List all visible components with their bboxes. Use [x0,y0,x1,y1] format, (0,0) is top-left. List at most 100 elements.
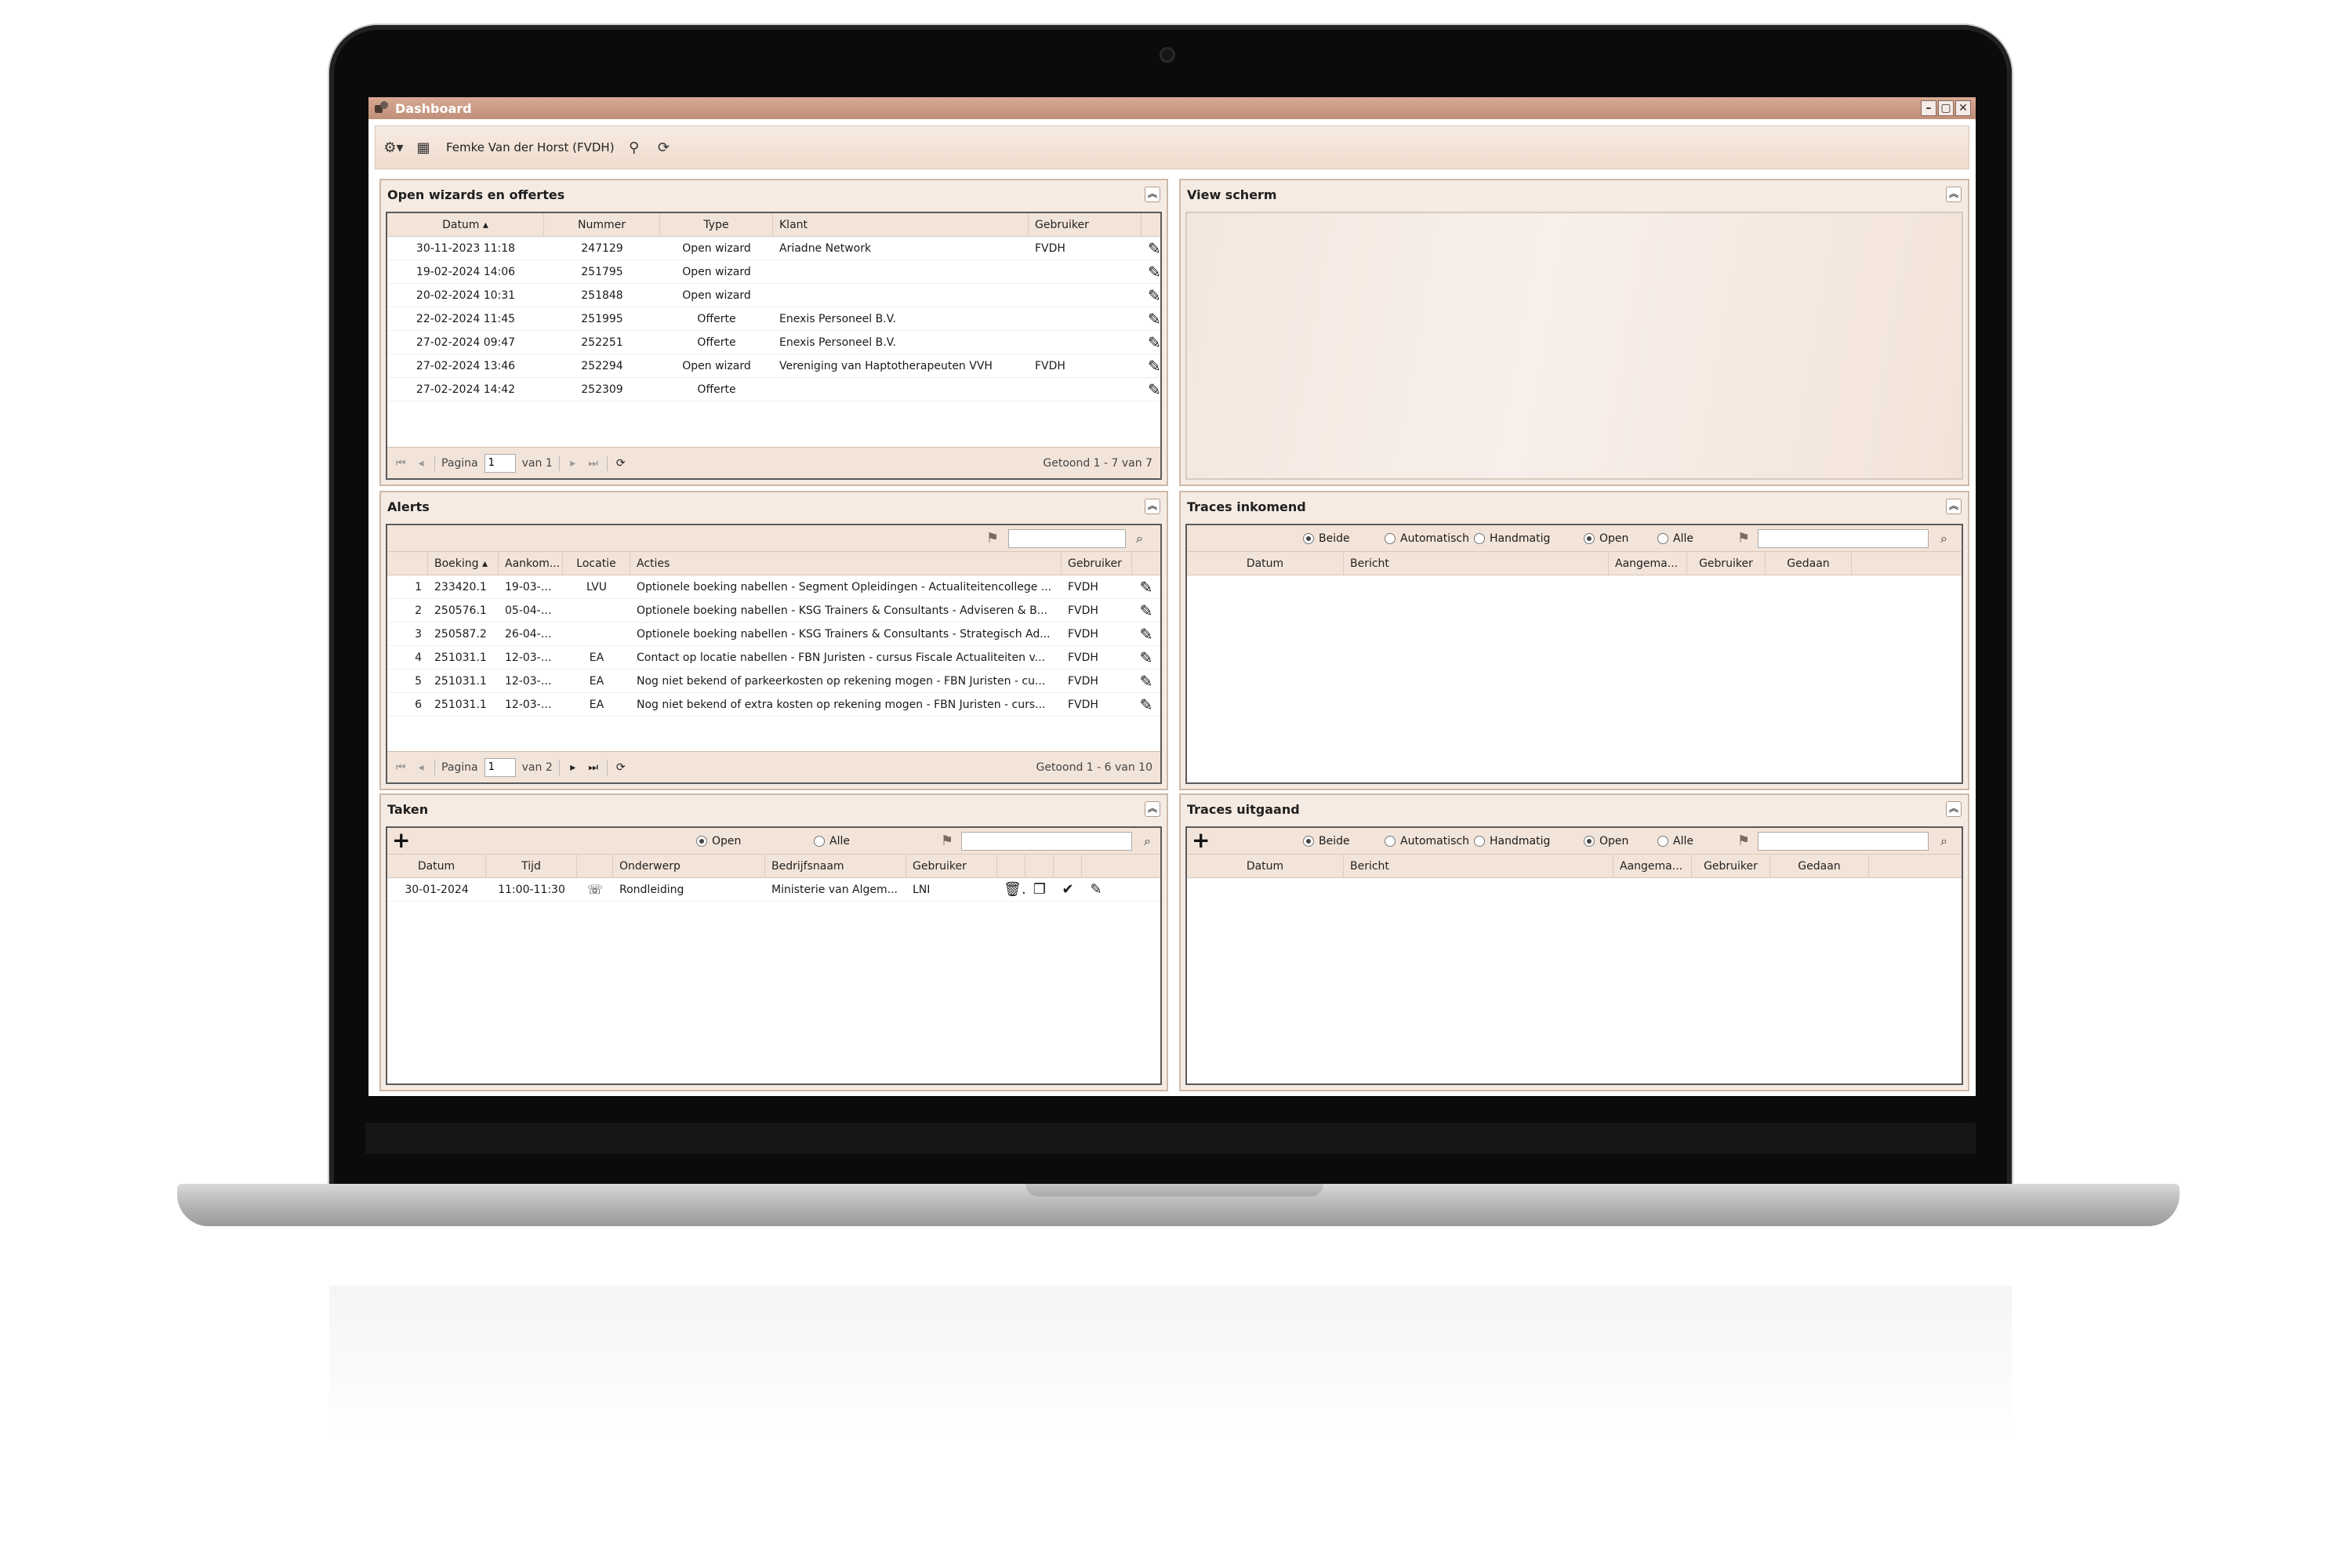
trash-icon[interactable]: 🗑 [997,881,1025,898]
radio-automatisch[interactable]: Automatisch [1385,532,1469,545]
radio-alle[interactable]: Alle [1657,835,1693,848]
col-tijd[interactable]: Tijd [486,855,577,877]
table-row[interactable]: 19-02-2024 14:06 251795 Open wizard ✎ [387,260,1160,284]
refresh-icon[interactable]: ⟳ [654,138,674,157]
col-bedrijfsnaam[interactable]: Bedrijfsnaam [765,855,906,877]
check-icon[interactable]: ✔ [1054,881,1082,898]
last-page-icon[interactable]: ⏭ [586,457,601,470]
col-type[interactable]: Type [660,213,773,236]
radio-handmatig[interactable]: Handmatig [1474,532,1550,545]
col-bericht[interactable]: Bericht [1344,552,1609,575]
edit-icon[interactable]: ✎ [1142,357,1160,376]
grid-icon[interactable]: ▦ [413,138,434,157]
edit-icon[interactable]: ✎ [1142,263,1160,281]
copy-icon[interactable]: ❐ [1025,881,1054,898]
collapse-icon[interactable]: ︽ [1946,801,1962,817]
search-input[interactable] [1758,528,1929,548]
first-page-icon[interactable]: ⏮ [394,761,408,774]
last-page-icon[interactable]: ⏭ [586,761,601,774]
col-gebruiker[interactable]: Gebruiker [1029,213,1142,236]
col-locatie[interactable]: Locatie [563,552,630,575]
col-datum[interactable]: Datum ▴ [387,213,544,236]
radio-open[interactable]: Open [1584,532,1628,545]
col-gebruiker[interactable]: Gebruiker [1687,552,1766,575]
radio-open[interactable]: Open [696,835,741,848]
add-task-icon[interactable]: + [392,829,410,851]
table-row[interactable]: 4 251031.1 12-03-2... EA Contact op locatie … [387,646,1160,670]
col-acties[interactable]: Acties [630,552,1062,575]
search-user-icon[interactable]: ⚲ [624,138,644,157]
col-onderwerp[interactable]: Onderwerp [613,855,765,877]
collapse-icon[interactable]: ︽ [1946,499,1962,514]
edit-icon[interactable]: ✎ [1082,881,1110,898]
col-gedaan[interactable]: Gedaan [1766,552,1852,575]
table-row[interactable]: 1 233420.1 19-03-2... LVU Optionele boeking … [387,575,1160,599]
col-datum[interactable]: Datum [387,855,486,877]
col-gebruiker[interactable]: Gebruiker [1692,855,1770,877]
radio-beide[interactable]: Beide [1303,532,1350,545]
next-page-icon[interactable]: ▸ [566,761,580,774]
search-icon[interactable]: ⌕ [1940,833,1947,849]
collapse-icon[interactable]: ︽ [1145,801,1160,817]
search-icon[interactable]: ⌕ [1144,833,1151,849]
table-row[interactable]: 27-02-2024 14:42 252309 Offerte ✎ [387,378,1160,401]
search-input[interactable] [961,831,1132,851]
radio-automatisch[interactable]: Automatisch [1385,835,1469,848]
table-row[interactable]: 6 251031.1 12-03-2... EA Nog niet bekend of … [387,693,1160,717]
col-boeking[interactable]: Boeking ▴ [428,552,499,575]
edit-icon[interactable]: ✎ [1132,578,1160,597]
refresh-icon[interactable]: ⟳ [614,761,628,774]
gear-icon[interactable]: ⚙▾ [383,138,404,157]
edit-icon[interactable]: ✎ [1142,239,1160,258]
next-page-icon[interactable]: ▸ [566,457,580,470]
collapse-icon[interactable]: ︽ [1145,187,1160,202]
flag-icon[interactable]: ⚑ [986,530,999,546]
minimize-button[interactable]: – [1921,100,1936,116]
prev-page-icon[interactable]: ◂ [414,457,428,470]
maximize-button[interactable]: ▢ [1938,100,1954,116]
col-klant[interactable]: Klant [773,213,1029,236]
flag-icon[interactable]: ⚑ [1737,530,1750,546]
search-input[interactable] [1008,528,1126,548]
table-row[interactable]: 20-02-2024 10:31 251848 Open wizard ✎ [387,284,1160,307]
col-gebruiker[interactable]: Gebruiker [906,855,997,877]
refresh-icon[interactable]: ⟳ [614,457,628,470]
radio-handmatig[interactable]: Handmatig [1474,835,1550,848]
collapse-icon[interactable]: ︽ [1946,187,1962,202]
table-row[interactable]: 2 250576.1 05-04-2... Optionele boeking nab… [387,599,1160,622]
radio-beide[interactable]: Beide [1303,835,1350,848]
col-gebruiker[interactable]: Gebruiker [1062,552,1132,575]
col-datum[interactable]: Datum [1187,552,1344,575]
search-input[interactable] [1758,831,1929,851]
flag-icon[interactable]: ⚑ [1737,833,1750,849]
table-row[interactable]: 27-02-2024 09:47 252251 Offerte Enexis Pers… [387,331,1160,354]
col-nummer[interactable]: Nummer [544,213,660,236]
search-icon[interactable]: ⌕ [1940,531,1947,546]
col-aangemaakt[interactable]: Aangema... [1613,855,1692,877]
edit-icon[interactable]: ✎ [1132,601,1160,620]
radio-alle[interactable]: Alle [1657,532,1693,545]
flag-icon[interactable]: ⚑ [941,833,953,849]
edit-icon[interactable]: ✎ [1132,648,1160,667]
edit-icon[interactable]: ✎ [1142,310,1160,328]
edit-icon[interactable]: ✎ [1132,695,1160,714]
edit-icon[interactable]: ✎ [1132,672,1160,691]
col-aankomst[interactable]: Aankom... [499,552,563,575]
col-aangemaakt[interactable]: Aangema... [1609,552,1687,575]
edit-icon[interactable]: ✎ [1142,333,1160,352]
table-row[interactable]: 27-02-2024 13:46 252294 Open wizard Verenig… [387,354,1160,378]
add-trace-icon[interactable]: + [1192,829,1210,851]
table-row[interactable]: 3 250587.2 26-04-2... Optionele boeking nab… [387,622,1160,646]
table-row[interactable]: 30-01-2024 11:00-11:30 ☏ Rondleiding Ministe… [387,878,1160,902]
radio-alle[interactable]: Alle [814,835,850,848]
close-button[interactable]: ✕ [1955,100,1971,116]
table-row[interactable]: 5 251031.1 12-03-2... EA Nog niet bekend of … [387,670,1160,693]
edit-icon[interactable]: ✎ [1142,380,1160,399]
first-page-icon[interactable]: ⏮ [394,457,408,470]
page-input[interactable] [484,453,516,473]
col-gedaan[interactable]: Gedaan [1770,855,1869,877]
prev-page-icon[interactable]: ◂ [414,761,428,774]
col-bericht[interactable]: Bericht [1344,855,1613,877]
table-row[interactable]: 22-02-2024 11:45 251995 Offerte Enexis Pers… [387,307,1160,331]
radio-open[interactable]: Open [1584,835,1628,848]
